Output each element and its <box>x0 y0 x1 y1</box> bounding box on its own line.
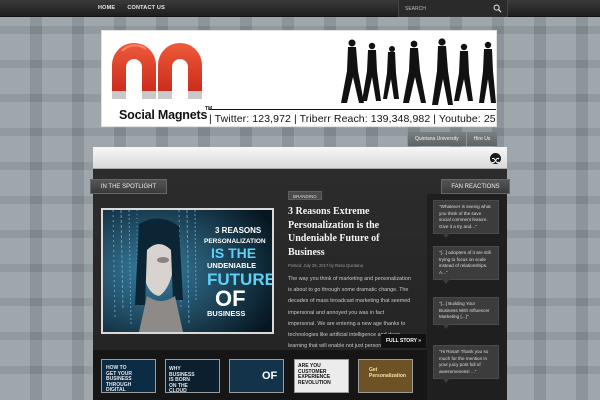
category-badge[interactable]: Branding <box>288 191 322 200</box>
shuffle-icon <box>492 157 500 164</box>
full-story-button[interactable]: Full Story » <box>381 334 426 348</box>
img-line1: 3 REASONS <box>215 226 262 235</box>
fan-comment-1[interactable]: "Whatever is seeing what you think of th… <box>433 200 499 238</box>
brand-name: Social Magnets <box>119 108 208 122</box>
nav-home-link[interactable]: Home <box>92 0 121 17</box>
img-line4: UNDENIABLE <box>207 261 256 270</box>
thumbnail-1[interactable]: HOW TO GET YOUR BUSINESS THROUGH DIGITAL… <box>101 359 156 393</box>
subnav-hire-us[interactable]: Hire Us <box>465 132 498 146</box>
fan-comment-4[interactable]: "Hi Rosa!! Thank you so much for the men… <box>433 345 499 383</box>
social-stats: | Twitter: 123,972 | Triberr Reach: 139,… <box>209 113 497 125</box>
nav-contact-link[interactable]: Contact Us <box>121 0 171 17</box>
shuffle-bar <box>93 147 507 169</box>
thumb-4-text: ARE YOU CUSTOMER EXPERIENCE REVOLUTION <box>298 363 331 386</box>
spotlight-heading: In the Spotlight <box>90 179 167 194</box>
post-title[interactable]: 3 Reasons Extreme Personalization is the… <box>288 205 403 259</box>
post-meta: Posted: July 26, 2017 by Rosa Quintana <box>288 263 363 268</box>
top-nav: Home Contact Us <box>92 0 171 17</box>
img-line2: PERSONALIZATION <box>204 238 266 245</box>
img-line3: IS THE <box>211 245 256 261</box>
thumbnail-5[interactable]: Get Personalization <box>358 359 413 393</box>
img-line7: BUSINESS <box>207 309 245 318</box>
banner-divider <box>209 109 496 111</box>
fan-reactions-heading: Fan Reactions <box>441 179 510 194</box>
magnet-logo <box>112 43 202 99</box>
fan-comment-2[interactable]: "[...] adopters of it are still trying t… <box>433 246 499 284</box>
search-input[interactable] <box>405 3 490 14</box>
secondary-nav: Quintana University Hire Us <box>407 132 498 146</box>
img-line6: OF <box>215 286 246 311</box>
subnav-quintana-university[interactable]: Quintana University <box>407 132 466 146</box>
thumb-3-text: OF <box>262 370 278 382</box>
thumb-2-text: WHY BUSINESS IS BORN ON THE CLOUD <box>169 366 195 393</box>
header-banner[interactable]: Social Magnets TM | Twitter: 123,972 | T… <box>101 30 497 127</box>
thumb-5-text: Get Personalization <box>369 367 406 379</box>
search-icon[interactable] <box>493 4 502 13</box>
top-bar: Home Contact Us <box>0 0 600 17</box>
fan-comment-3[interactable]: "[...] Building Your Business With Influ… <box>433 297 499 328</box>
shuffle-button[interactable] <box>490 153 501 164</box>
thumb-1-text: HOW TO GET YOUR BUSINESS THROUGH DIGITAL… <box>106 365 133 393</box>
featured-image[interactable]: 3 REASONS PERSONALIZATION IS THE UNDENIA… <box>101 208 274 334</box>
search-box <box>398 0 508 17</box>
thumbnail-3[interactable]: OF <box>229 359 284 393</box>
featured-art: 3 REASONS PERSONALIZATION IS THE UNDENIA… <box>103 210 272 332</box>
thumbnail-4[interactable]: ARE YOU CUSTOMER EXPERIENCE REVOLUTION <box>294 359 349 393</box>
thumbnail-2[interactable]: WHY BUSINESS IS BORN ON THE CLOUD <box>165 359 220 393</box>
walking-people-silhouettes <box>341 38 496 105</box>
